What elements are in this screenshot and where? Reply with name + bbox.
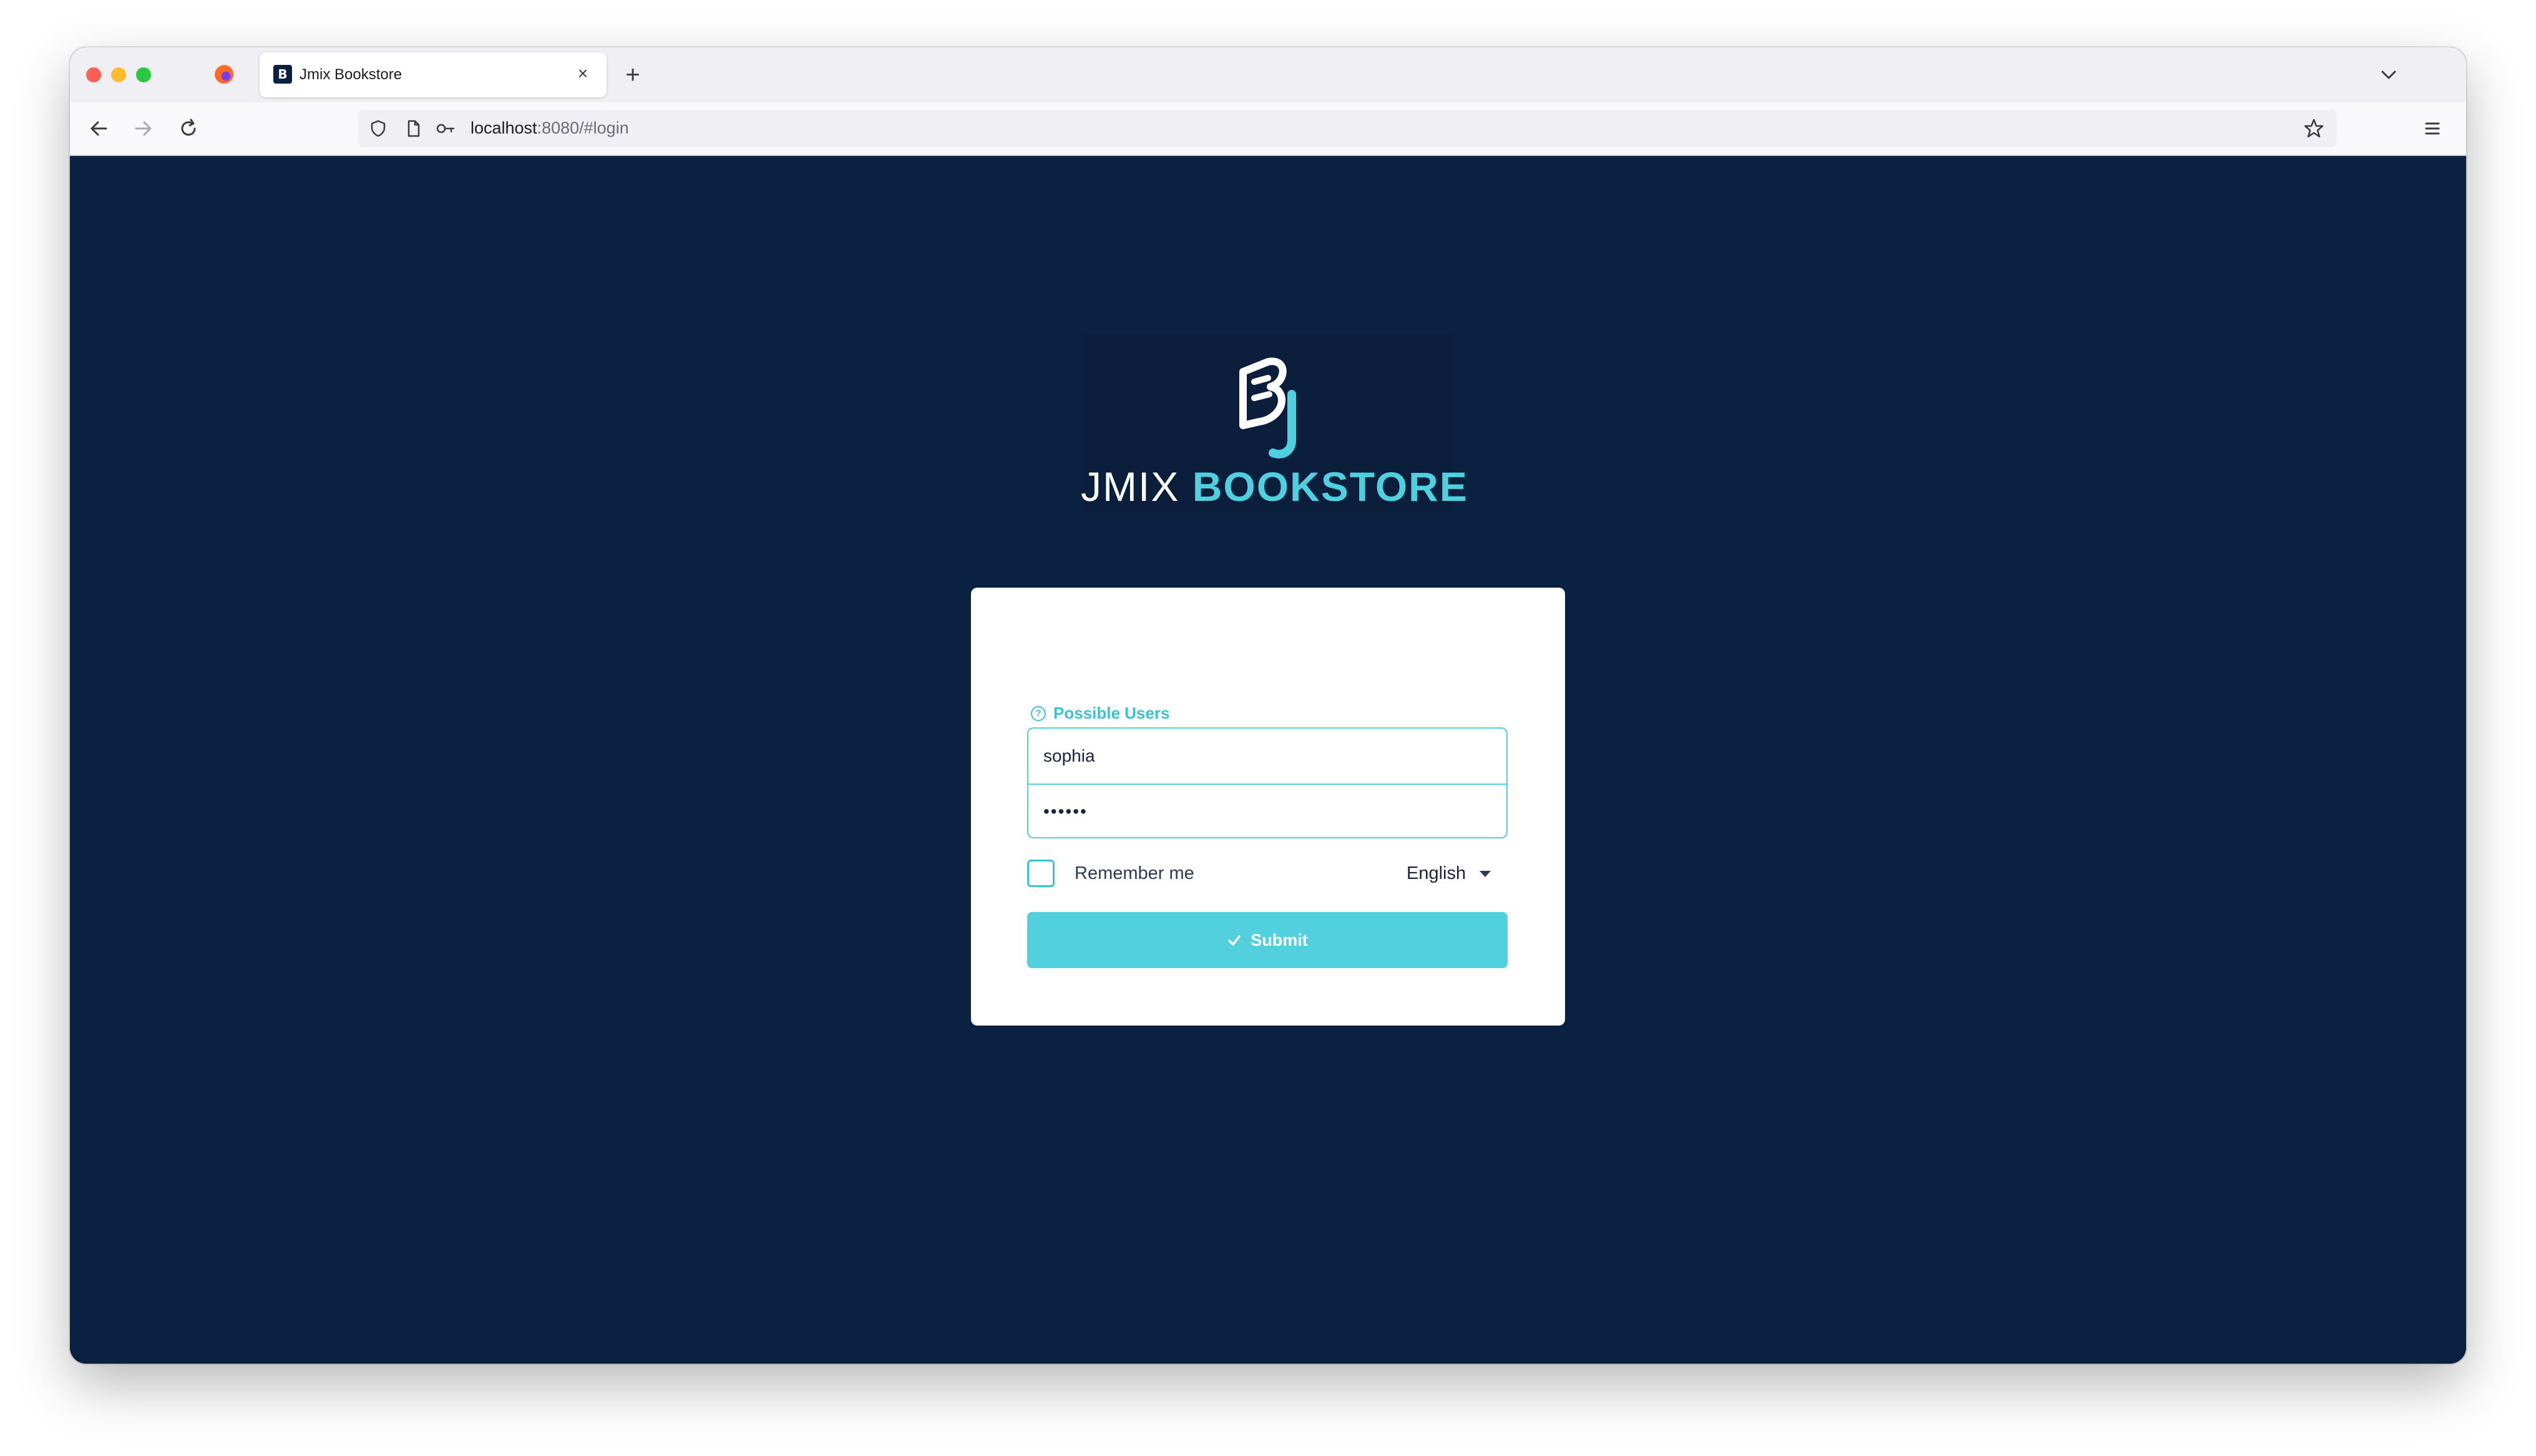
submit-label: Submit [1251,930,1308,949]
back-arrow-icon[interactable] [82,112,115,145]
firefox-icon[interactable] [215,65,233,84]
submit-button[interactable]: Submit [1027,912,1508,968]
navigation-bar: localhost:8080/#login [70,102,2466,156]
url-path: :8080/#login [537,119,629,137]
language-select[interactable]: English [1407,863,1491,884]
jmix-favicon: B [273,65,292,84]
password-field[interactable] [1028,784,1506,838]
remember-me-checkbox[interactable] [1027,860,1055,887]
credentials-fields [1027,727,1508,838]
jmix-bookstore-logo: JMIX BOOKSTORE [1081,334,1467,515]
tab-jmix-bookstore[interactable]: B Jmix Bookstore × [260,52,607,97]
tab-strip: B Jmix Bookstore × + [70,47,2466,102]
question-circle-icon: ? [1031,706,1046,721]
url-host: localhost [471,119,537,137]
checkmark-icon [1227,933,1242,948]
address-bar[interactable]: localhost:8080/#login [358,110,2336,147]
logo-word-bookstore: BOOKSTORE [1192,463,1468,510]
browser-window: B Jmix Bookstore × + localhost:8080/#log… [70,47,2466,1364]
page-icon[interactable] [403,119,423,138]
hamburger-menu-icon[interactable] [2417,114,2447,143]
chevron-down-icon[interactable] [2374,60,2404,90]
tab-title: Jmix Bookstore [300,66,402,83]
remember-me[interactable]: Remember me [1027,860,1194,887]
star-icon[interactable] [2303,117,2325,140]
shield-icon[interactable] [368,119,388,138]
language-selected-value: English [1407,863,1466,883]
key-icon[interactable] [436,119,456,138]
minimize-window-button[interactable] [111,67,126,82]
close-icon[interactable]: × [570,61,595,86]
login-page: JMIX BOOKSTORE ? Possible Users Remember… [70,156,2466,1364]
login-form-card: ? Possible Users Remember me English [971,588,1565,1026]
zoom-window-button[interactable] [136,67,151,82]
bookstore-logo-mark-icon [1229,353,1307,459]
reload-icon[interactable] [172,112,205,145]
logo-wordmark: JMIX BOOKSTORE [1081,463,1467,510]
close-window-button[interactable] [86,67,101,82]
plus-icon[interactable]: + [614,56,651,94]
possible-users-link[interactable]: ? Possible Users [1031,704,1169,723]
username-field[interactable] [1028,729,1506,784]
url-text[interactable]: localhost:8080/#login [471,119,629,138]
remember-me-label[interactable]: Remember me [1075,863,1194,884]
caret-down-icon [1480,870,1491,877]
possible-users-label: Possible Users [1053,704,1170,722]
forward-arrow-icon[interactable] [127,112,160,145]
logo-word-jmix: JMIX [1081,463,1180,510]
